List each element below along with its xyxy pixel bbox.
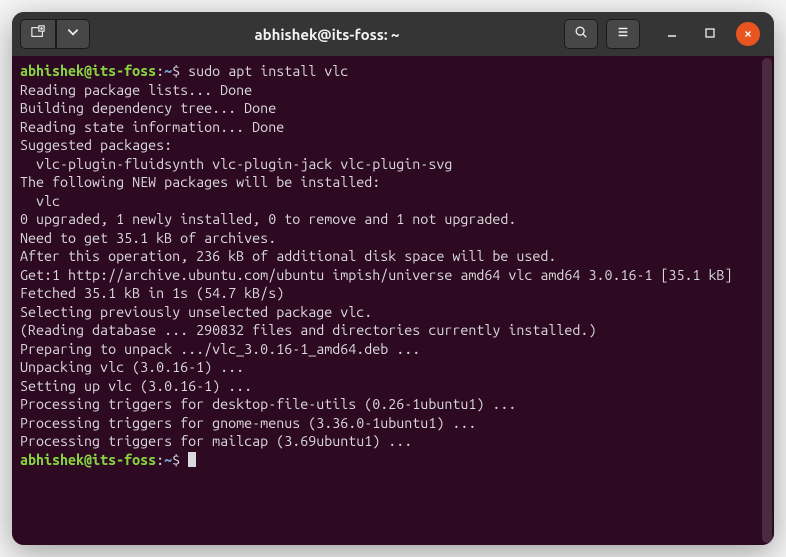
prompt-path: ~ xyxy=(164,452,172,468)
output-line: Reading package lists... Done xyxy=(20,81,774,100)
window-controls xyxy=(660,22,760,46)
window-title: abhishek@its-foss: ~ xyxy=(94,26,560,43)
command-text: sudo apt install vlc xyxy=(180,63,348,79)
terminal-output: Reading package lists... DoneBuilding de… xyxy=(20,81,774,451)
prompt-dollar: $ xyxy=(172,63,180,79)
cursor xyxy=(188,452,196,467)
prompt-dollar: $ xyxy=(172,452,180,468)
output-line: Need to get 35.1 kB of archives. xyxy=(20,229,774,248)
titlebar-right xyxy=(564,19,766,49)
output-line: (Reading database ... 290832 files and d… xyxy=(20,321,774,340)
output-line: Setting up vlc (3.0.16-1) ... xyxy=(20,377,774,396)
output-line: 0 upgraded, 1 newly installed, 0 to remo… xyxy=(20,210,774,229)
prompt-separator: : xyxy=(156,452,164,468)
output-line: Unpacking vlc (3.0.16-1) ... xyxy=(20,358,774,377)
maximize-button[interactable] xyxy=(698,22,722,46)
output-line: Preparing to unpack .../vlc_3.0.16-1_amd… xyxy=(20,340,774,359)
output-line: Fetched 35.1 kB in 1s (54.7 kB/s) xyxy=(20,284,774,303)
output-line: Reading state information... Done xyxy=(20,118,774,137)
close-icon xyxy=(743,25,753,43)
minimize-icon xyxy=(666,25,678,43)
output-line: Suggested packages: xyxy=(20,136,774,155)
new-tab-icon xyxy=(31,25,45,43)
search-button[interactable] xyxy=(564,19,598,49)
tab-dropdown-button[interactable] xyxy=(56,19,90,49)
terminal-area[interactable]: abhishek@its-foss:~$ sudo apt install vl… xyxy=(12,56,774,545)
output-line: Processing triggers for mailcap (3.69ubu… xyxy=(20,432,774,451)
search-icon xyxy=(574,25,588,43)
close-button[interactable] xyxy=(736,22,760,46)
prompt-line-2: abhishek@its-foss:~$ xyxy=(20,451,774,470)
output-line: Processing triggers for gnome-menus (3.3… xyxy=(20,414,774,433)
output-line: vlc-plugin-fluidsynth vlc-plugin-jack vl… xyxy=(20,155,774,174)
prompt-path: ~ xyxy=(164,63,172,79)
output-line: Selecting previously unselected package … xyxy=(20,303,774,322)
output-line: vlc xyxy=(20,192,774,211)
output-line: After this operation, 236 kB of addition… xyxy=(20,247,774,266)
prompt-user-host: abhishek@its-foss xyxy=(20,63,156,79)
minimize-button[interactable] xyxy=(660,22,684,46)
prompt-user-host: abhishek@its-foss xyxy=(20,452,156,468)
scrollbar[interactable] xyxy=(762,58,772,543)
menu-button[interactable] xyxy=(606,19,640,49)
output-line: Building dependency tree... Done xyxy=(20,99,774,118)
new-tab-button[interactable] xyxy=(20,19,56,49)
terminal-window: abhishek@its-foss: ~ xyxy=(12,12,774,545)
output-line: Get:1 http://archive.ubuntu.com/ubuntu i… xyxy=(20,266,774,285)
chevron-down-icon xyxy=(66,25,80,43)
prompt-separator: : xyxy=(156,63,164,79)
maximize-icon xyxy=(704,25,716,43)
titlebar[interactable]: abhishek@its-foss: ~ xyxy=(12,12,774,56)
output-line: Processing triggers for desktop-file-uti… xyxy=(20,395,774,414)
titlebar-left xyxy=(20,19,90,49)
hamburger-icon xyxy=(616,25,630,43)
prompt-line-1: abhishek@its-foss:~$ sudo apt install vl… xyxy=(20,62,774,81)
output-line: The following NEW packages will be insta… xyxy=(20,173,774,192)
